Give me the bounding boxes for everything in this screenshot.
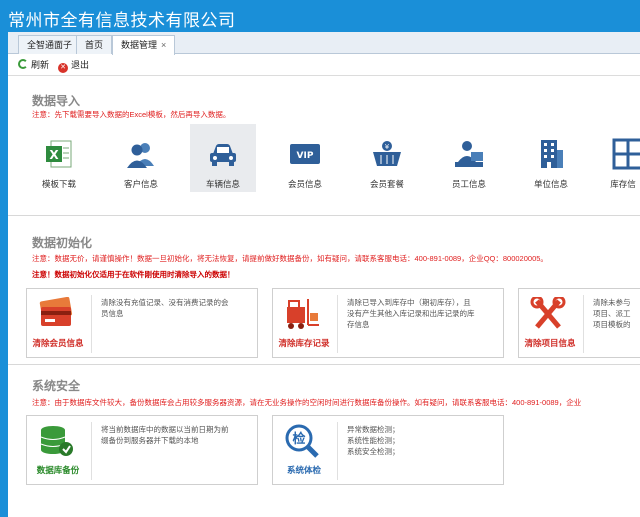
inventory-grid-icon (612, 138, 640, 170)
tile-label: 单位信息 (533, 179, 568, 189)
card-description: 异常数据检测； 系统性能检测； 系统安全检测； (347, 424, 497, 457)
forklift-icon (287, 299, 319, 329)
exit-icon: ✕ (58, 63, 68, 73)
svg-text:VIP: VIP (297, 151, 314, 161)
refresh-icon (18, 59, 28, 69)
toolbar: 刷新 ✕ 退出 (8, 54, 640, 76)
tab-home[interactable]: 首页 (76, 35, 113, 54)
card-separator (337, 422, 338, 480)
init-warning: 注意！数据初始化仅适用于在软件刚使用时清除导入的数据！ (32, 270, 235, 279)
desc-line: 员信息 (101, 309, 124, 318)
tile-label: 员工信息 (451, 179, 486, 189)
security-note: 注意：由于数据库文件较大，备份数据库会占用较多服务器资源，请在无业务操作的空闲时… (32, 398, 582, 407)
desc-line: 系统安全检测； (347, 447, 400, 456)
car-icon (210, 144, 236, 166)
tab-label: 全智通面子 (27, 40, 73, 50)
title-bar: 常州市全有信息技术有限公司 (0, 0, 640, 32)
card-label: 清除项目信息 (524, 338, 576, 348)
card-description: 清除未参与 项目、派工 项目模板的 (593, 297, 640, 330)
tab-label: 数据管理 (121, 40, 158, 50)
database-backup-icon (40, 426, 73, 456)
import-section: 数据导入 注意：先下载需要导入数据的Excel模板，然后再导入数据。 X 模板下… (8, 76, 640, 216)
exit-label: 退出 (71, 60, 90, 70)
tab-data-management[interactable]: 数据管理 × (112, 35, 176, 55)
security-title: 系统安全 (32, 379, 81, 393)
building-icon (541, 140, 563, 168)
card-database-backup[interactable]: 数据库备份 将当前数据库中的数据以当前日期为前 缀备份到服务器并下载的本地 (26, 415, 258, 485)
tile-member-info[interactable]: VIP 会员信息 (272, 124, 338, 192)
svg-text:X: X (49, 148, 59, 162)
tab-label: 首页 (85, 40, 104, 50)
card-clear-members[interactable]: 清除会员信息 清除没有充值记录、没有消费记录的会 员信息 (26, 288, 258, 358)
import-title: 数据导入 (32, 94, 81, 108)
tools-icon (530, 297, 566, 329)
card-label: 系统体检 (286, 465, 321, 475)
excel-icon: X (46, 140, 72, 168)
card-label: 清除会员信息 (32, 338, 84, 348)
basket-icon: ¥ (373, 141, 401, 166)
card-description: 清除没有充值记录、没有消费记录的会 员信息 (101, 297, 251, 319)
card-separator (91, 295, 92, 353)
credit-cards-icon (39, 297, 73, 326)
check-glyph: 检 (292, 431, 305, 447)
svg-text:¥: ¥ (385, 143, 390, 151)
tab-home-portal[interactable]: 全智通面子 (18, 35, 82, 54)
tile-label: 模板下载 (41, 179, 76, 189)
tile-template-download[interactable]: X 模板下载 (26, 124, 92, 192)
card-label: 数据库备份 (36, 465, 80, 475)
tile-label: 车辆信息 (205, 179, 240, 189)
import-note: 注意：先下载需要导入数据的Excel模板，然后再导入数据。 (32, 110, 231, 119)
tile-unit-info[interactable]: 单位信息 (518, 124, 584, 192)
card-separator (337, 295, 338, 353)
card-separator (583, 295, 584, 353)
tab-bar: 全智通面子 首页 数据管理 × (8, 32, 640, 55)
card-separator (91, 422, 92, 480)
desc-line: 存信息 (347, 320, 370, 329)
refresh-button[interactable]: 刷新 (18, 58, 49, 72)
desc-line: 清除未参与 (593, 298, 631, 307)
desc-line: 清除没有充值记录、没有消费记录的会 (101, 298, 229, 307)
desc-line: 将当前数据库中的数据以当前日期为前 (101, 425, 229, 434)
card-label: 清除库存记录 (278, 338, 330, 348)
main-frame: 全智通面子 首页 数据管理 × 刷新 ✕ 退出 数据导入 注意：先下载需要导入数据的… (8, 32, 640, 517)
card-system-check[interactable]: 检 系统体检 异常数据检测； 系统性能检测； 系统安全检测； (272, 415, 504, 485)
init-note: 注意：数据无价，请谨慎操作！数据一旦初始化，将无法恢复，请提前做好数据备份，如有… (32, 254, 548, 263)
employee-icon (455, 141, 483, 167)
desc-line: 缀备份到服务器并下载的本地 (101, 436, 199, 445)
tile-inventory-info[interactable]: 库存信 (600, 124, 640, 192)
tile-label: 客户信息 (123, 179, 158, 189)
desc-line: 没有产生其他入库记录和出库记录的库 (347, 309, 475, 318)
init-section: 数据初始化 注意：数据无价，请谨慎操作！数据一旦初始化，将无法恢复，请提前做好数… (8, 216, 640, 364)
tile-label: 库存信 (610, 179, 636, 189)
init-title: 数据初始化 (32, 236, 93, 250)
tab-close-icon[interactable]: × (161, 40, 166, 50)
app-title: 常州市全有信息技术有限公司 (8, 11, 236, 31)
tile-vehicle-info[interactable]: 车辆信息 (190, 124, 256, 192)
desc-line: 清除已导入到库存中（期初库存），且 (347, 298, 471, 307)
tile-member-package[interactable]: ¥ 会员套餐 (354, 124, 420, 192)
tile-customer-info[interactable]: 客户信息 (108, 124, 174, 192)
card-clear-projects[interactable]: 清除项目信息 清除未参与 项目、派工 项目模板的 (518, 288, 640, 358)
desc-line: 项目模板的 (593, 320, 631, 329)
tile-label: 会员套餐 (369, 179, 404, 189)
magnifier-check-icon: 检 (285, 424, 319, 458)
exit-button[interactable]: ✕ 退出 (58, 58, 90, 73)
card-description: 清除已导入到库存中（期初库存），且 没有产生其他入库记录和出库记录的库 存信息 (347, 297, 497, 330)
card-description: 将当前数据库中的数据以当前日期为前 缀备份到服务器并下载的本地 (101, 424, 251, 446)
desc-line: 项目、派工 (593, 309, 631, 318)
refresh-label: 刷新 (31, 60, 50, 70)
tile-employee-info[interactable]: 员工信息 (436, 124, 502, 192)
card-clear-inventory[interactable]: 清除库存记录 清除已导入到库存中（期初库存），且 没有产生其他入库记录和出库记录… (272, 288, 504, 358)
desc-line: 系统性能检测； (347, 436, 400, 445)
security-section: 系统安全 注意：由于数据库文件较大，备份数据库会占用较多服务器资源，请在无业务操… (8, 365, 640, 517)
desc-line: 异常数据检测； (347, 425, 400, 434)
customers-icon (127, 143, 154, 168)
vip-card-icon: VIP (290, 144, 320, 164)
tile-label: 会员信息 (287, 179, 322, 189)
